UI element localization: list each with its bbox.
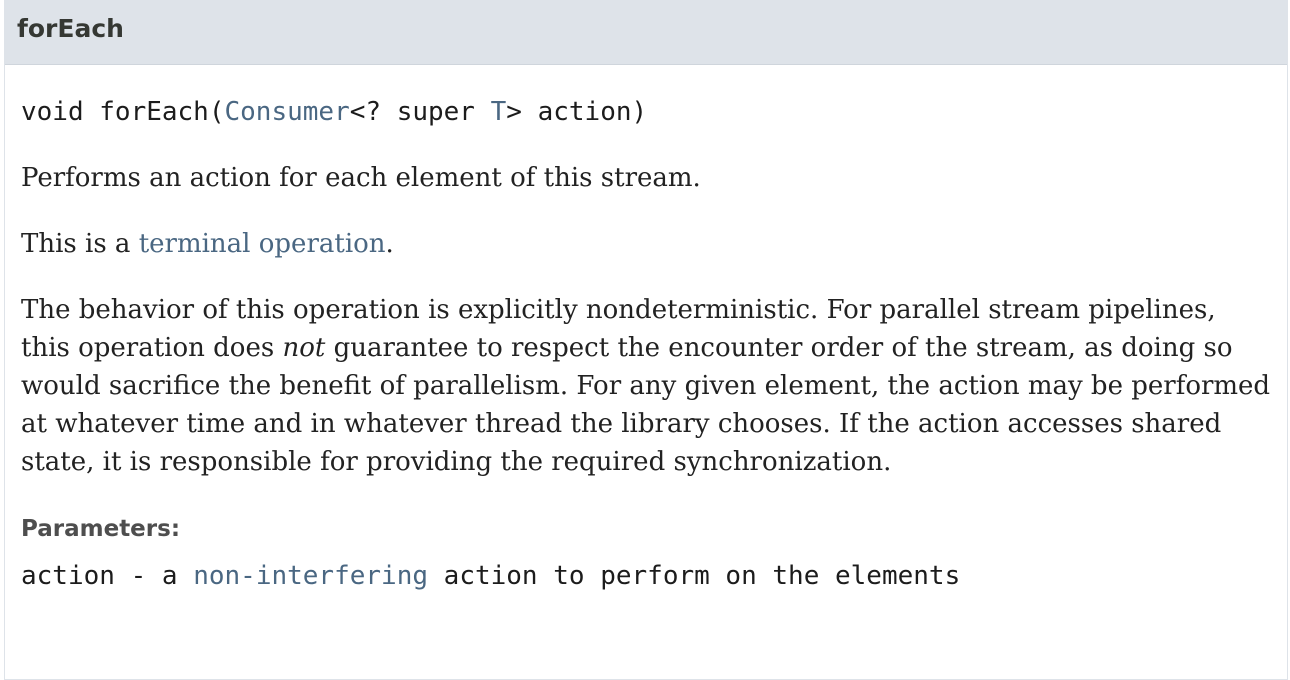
- consumer-type-link[interactable]: Consumer: [225, 97, 350, 127]
- terminal-prefix: This is a: [21, 229, 139, 259]
- signature-suffix: > action): [506, 97, 648, 127]
- behavior-emphasis: not: [282, 333, 326, 363]
- method-detail-section: forEach void forEach(Consumer<? super T>…: [4, 0, 1288, 680]
- terminal-operation-link[interactable]: terminal operation: [139, 229, 386, 259]
- terminal-note: This is a terminal operation.: [21, 225, 1271, 263]
- parameter-item: action - a non-interfering action to per…: [21, 560, 1271, 592]
- method-header: forEach: [5, 0, 1287, 65]
- non-interfering-link[interactable]: non-interfering: [193, 561, 428, 591]
- method-description: Performs an action for each element of t…: [21, 163, 701, 193]
- type-param-link[interactable]: T: [491, 97, 507, 127]
- terminal-suffix: .: [385, 229, 394, 259]
- method-name-heading: forEach: [17, 13, 124, 43]
- behavior-paragraph: The behavior of this operation is explic…: [21, 291, 1271, 481]
- parameter-rest: action to perform on the elements: [428, 561, 961, 591]
- parameters-label: Parameters:: [21, 516, 181, 542]
- parameter-dash: - a: [114, 561, 194, 591]
- method-content: void forEach(Consumer<? super T> action)…: [5, 96, 1287, 592]
- parameter-name: action: [21, 561, 115, 591]
- signature-prefix: void forEach(: [21, 97, 225, 127]
- signature-middle: <? super: [349, 97, 491, 127]
- method-signature: void forEach(Consumer<? super T> action): [21, 96, 1271, 128]
